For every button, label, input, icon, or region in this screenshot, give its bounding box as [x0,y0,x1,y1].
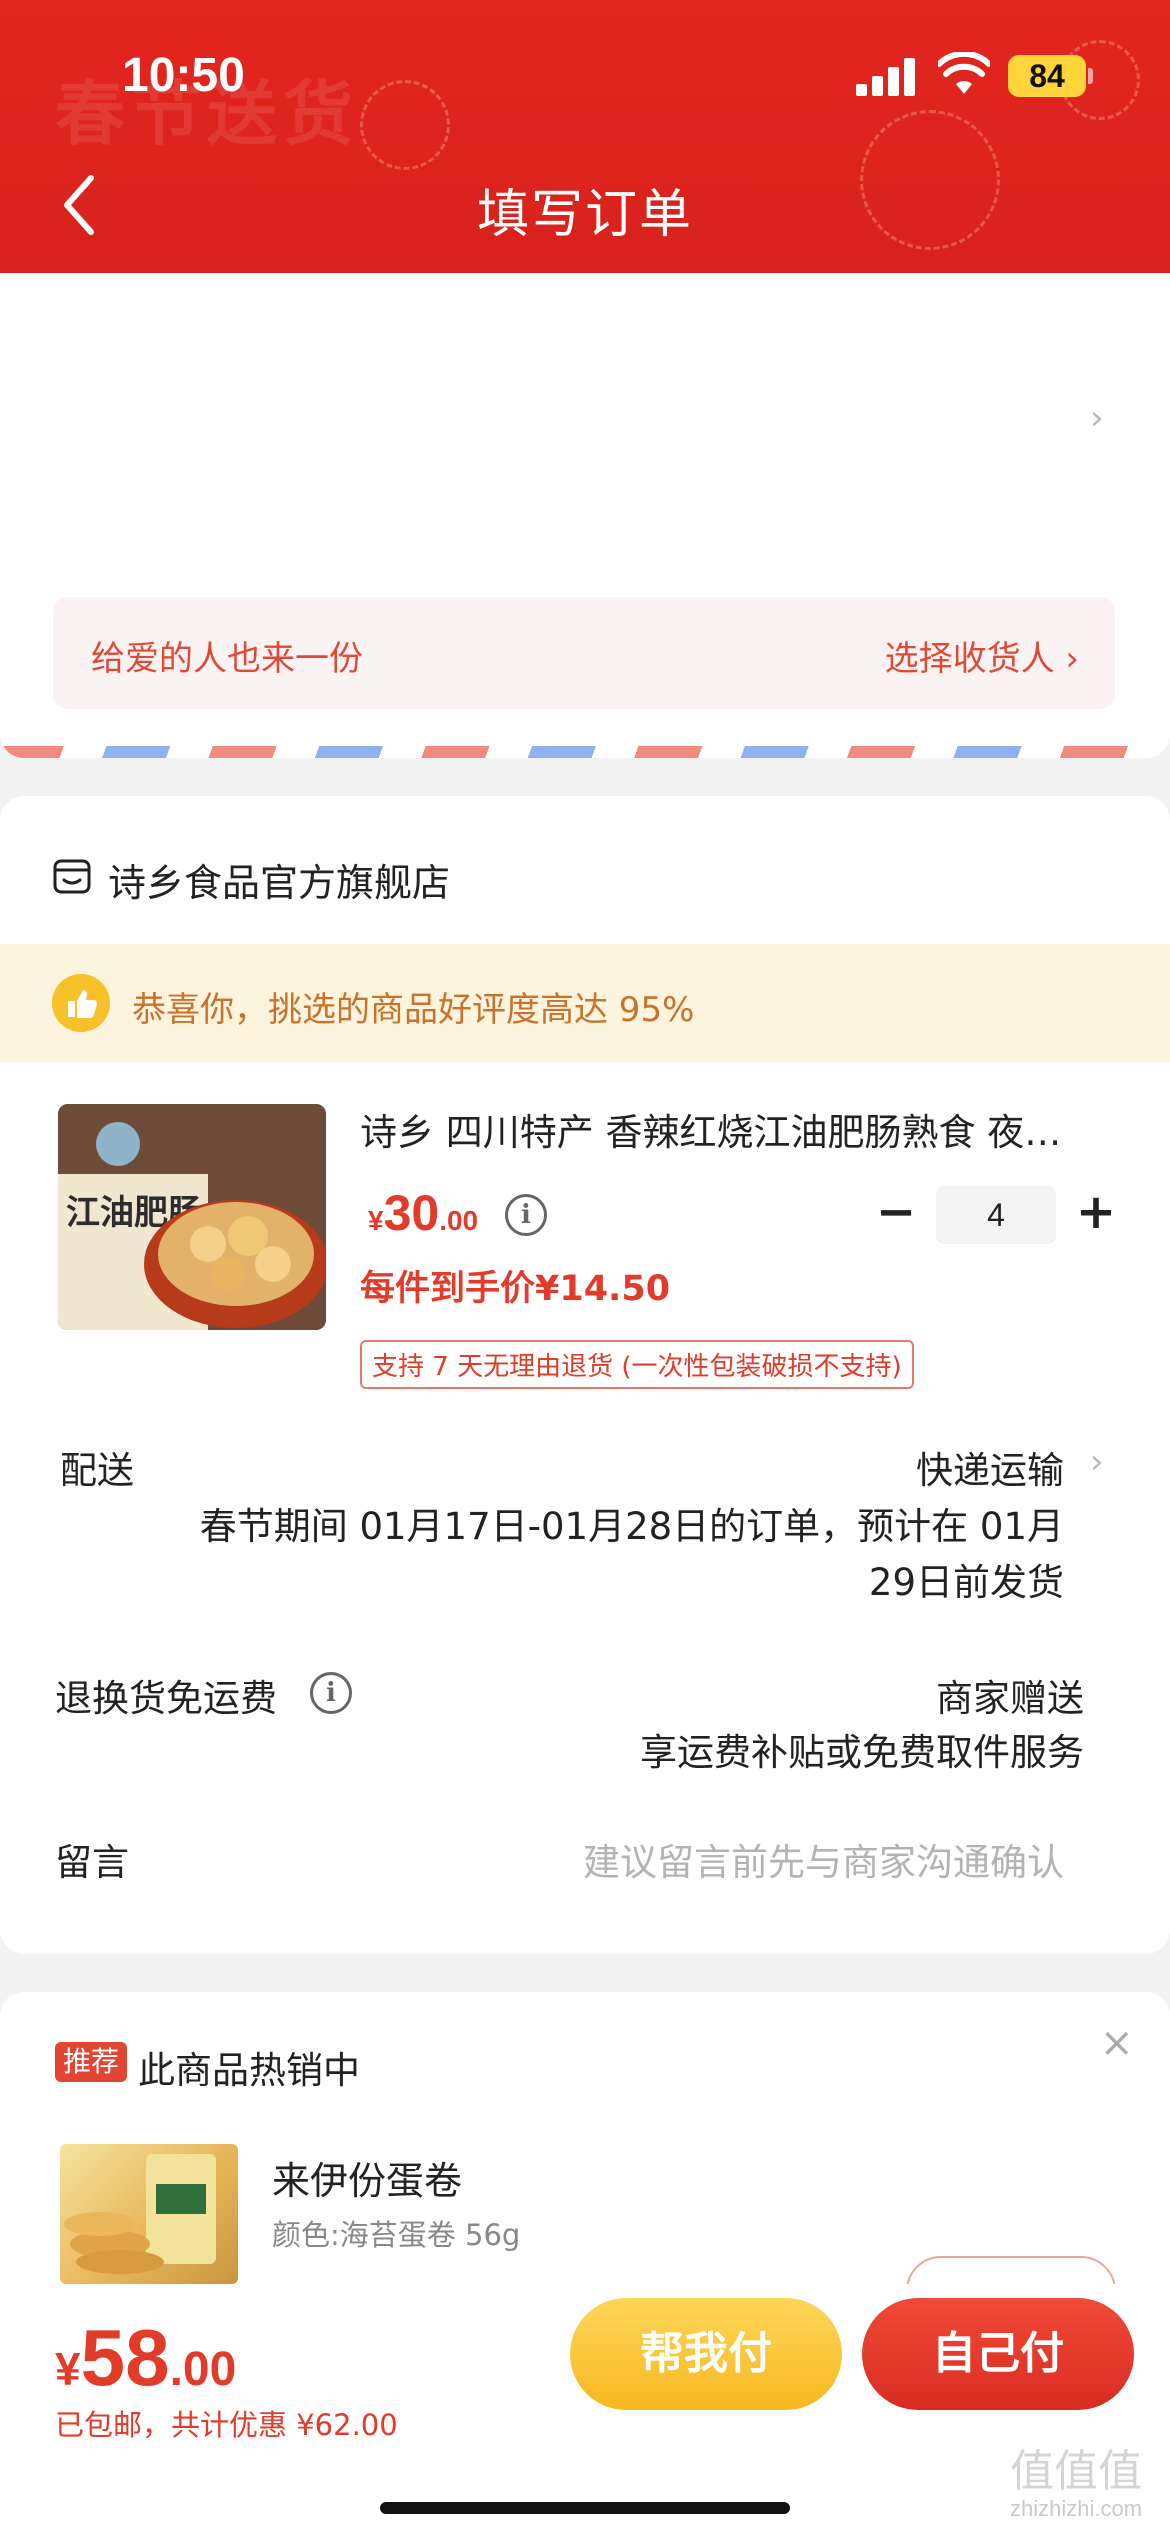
recommendation-image[interactable] [60,2144,238,2284]
chevron-right-icon[interactable]: › [1090,398,1104,438]
wifi-icon [938,52,990,94]
return-shipping-detail: 享运费补贴或免费取件服务 [640,1731,1084,1774]
shop-icon [53,859,91,894]
product-price: ¥30.00 [368,1185,479,1241]
recommendation-title: 此商品热销中 [138,2049,360,2092]
return-shipping-value: 商家赠送 [936,1677,1084,1720]
order-card: 诗乡食品官方旗舰店 恭喜你，挑选的商品好评度高达 95% 江油肥肠 诗乡 四川特… [0,796,1170,1954]
recommend-badge: 推荐 [55,2042,128,2082]
return-policy-tag: 支持 7 天无理由退货 (一次性包装破损不支持) [360,1340,914,1389]
delivery-note-line2: 29日前发货 [868,1561,1064,1604]
total-note: 已包邮，共计优惠 ¥62.00 [55,2408,398,2442]
watermark: 值值值 zhizhizhi.com [1010,2448,1142,2522]
recommendation-item-name[interactable]: 来伊份蛋卷 [272,2150,462,2205]
close-icon[interactable]: × [1100,2020,1134,2066]
watermark-url: zhizhizhi.com [1010,2496,1143,2521]
status-time: 10:50 [122,49,245,102]
return-shipping-label: 退换货免运费 [55,1677,277,1720]
product-illustration: 江油肥肠 [58,1104,326,1330]
quantity-increase-button[interactable]: + [1074,1184,1118,1240]
page-title: 填写订单 [476,185,693,245]
checkout-bar: ¥58.00 已包邮，共计优惠 ¥62.00 帮我付 自己付 [0,2284,1170,2532]
praise-banner: 恭喜你，挑选的商品好评度高达 95% [0,944,1170,1062]
address-card[interactable]: › 给爱的人也来一份 选择收货人 › [0,273,1170,758]
self-pay-button[interactable]: 自己付 [862,2298,1134,2410]
shop-name[interactable]: 诗乡食品官方旗舰店 [108,852,450,907]
product-image[interactable]: 江油肥肠 [58,1104,326,1330]
firework-decoration [360,80,450,170]
product-title[interactable]: 诗乡 四川特产 香辣红烧江油肥肠熟食 夜… [360,1102,1120,1156]
info-icon[interactable]: i [505,1194,547,1236]
info-icon[interactable]: i [310,1672,352,1714]
praise-text: 恭喜你，挑选的商品好评度高达 95% [132,990,695,1030]
watermark-logo: 值值值 [1010,2447,1143,2496]
recommendation-item-spec: 颜色:海苔蛋卷 56g [272,2218,521,2252]
gift-prompt: 给爱的人也来一份 [91,639,363,679]
home-indicator[interactable] [380,2502,790,2514]
quantity-input[interactable]: 4 [936,1186,1056,1244]
header: 春节送货 10:50 84 填写订单 [0,0,1170,273]
note-label: 留言 [55,1841,129,1884]
egg-roll-illustration [64,2154,216,2274]
gift-bar[interactable]: 给爱的人也来一份 选择收货人 › [53,597,1115,709]
signal-icon [856,56,916,96]
choose-recipient-link[interactable]: 选择收货人 › [885,631,1079,680]
delivery-note-line1: 春节期间 01月17日-01月28日的订单，预计在 01月 [199,1505,1064,1548]
thumbs-up-icon [52,974,110,1032]
quantity-decrease-button[interactable]: − [876,1184,916,1240]
airmail-stripe [0,746,1170,758]
delivery-method[interactable]: 快递运输 [916,1440,1064,1494]
help-pay-button[interactable]: 帮我付 [570,2298,842,2410]
battery-cap [1088,68,1093,84]
delivery-label: 配送 [60,1449,134,1492]
unit-price: 每件到手价¥14.50 [360,1269,671,1309]
chevron-right-icon[interactable]: › [1090,1442,1104,1482]
battery-indicator: 84 [1008,55,1086,97]
total-price: ¥58.00 [55,2313,237,2402]
note-input[interactable]: 建议留言前先与商家沟通确认 [583,1832,1064,1886]
